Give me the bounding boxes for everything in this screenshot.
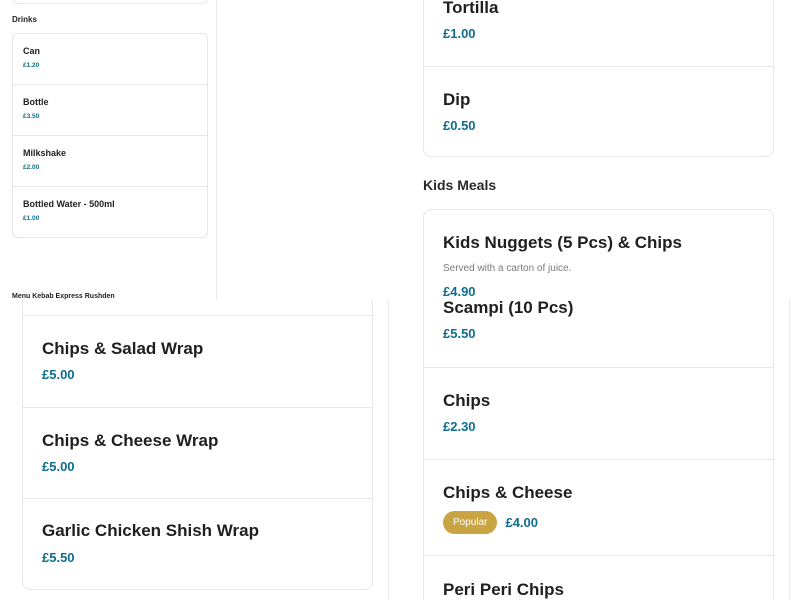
- drink-name: Bottled Water - 500ml: [23, 199, 115, 209]
- drink-item-bottle[interactable]: Bottle £3.50: [13, 85, 207, 136]
- item-price: £4.00: [505, 515, 539, 530]
- menu-item-peri-peri-chips[interactable]: Peri Peri Chips: [424, 556, 773, 600]
- column-divider: [789, 300, 790, 600]
- bottom-view-pane: Chips & Salad Wrap £5.00 Chips & Cheese …: [0, 300, 800, 600]
- menu-item-previous[interactable]: [23, 300, 372, 316]
- item-price: £5.50: [42, 550, 75, 565]
- menu-item-chips[interactable]: Chips £2.30: [424, 368, 773, 460]
- sides-card-bottom: Scampi (10 Pcs) £5.50 Chips £2.30 Chips …: [423, 300, 774, 600]
- item-name: Peri Peri Chips: [443, 580, 564, 599]
- drink-price: £2.00: [23, 164, 40, 171]
- item-name: Chips & Cheese: [443, 483, 573, 502]
- badge-price-row: Popular £4.00: [443, 511, 754, 534]
- drinks-card: Can £1.20 Bottle £3.50 Milkshake £2.00 B…: [12, 33, 208, 238]
- item-name: Dip: [443, 90, 471, 109]
- item-name: Garlic Chicken Shish Wrap: [42, 521, 259, 540]
- menu-item-chips-and-cheese[interactable]: Chips & Cheese Popular £4.00: [424, 460, 773, 556]
- menu-item-dip[interactable]: Dip £0.50: [424, 67, 773, 156]
- menu-item-chips-salad-wrap[interactable]: Chips & Salad Wrap £5.00: [23, 316, 372, 408]
- menu-item-kids-nuggets[interactable]: Kids Nuggets (5 Pcs) & Chips Served with…: [424, 210, 773, 300]
- top-view-pane: Drinks Can £1.20 Bottle £3.50 Milkshake …: [0, 0, 800, 300]
- previous-card-edge: [12, 0, 208, 4]
- item-name: Chips: [443, 391, 491, 410]
- drink-price: £3.50: [23, 113, 40, 120]
- item-price: £5.50: [443, 326, 476, 341]
- item-description: Served with a carton of juice.: [443, 263, 572, 274]
- drink-name: Bottle: [23, 97, 49, 107]
- drink-price: £1.20: [23, 62, 40, 69]
- item-price: £1.00: [443, 26, 476, 41]
- item-name: Kids Nuggets (5 Pcs) & Chips: [443, 233, 682, 252]
- drink-item-can[interactable]: Can £1.20: [13, 34, 207, 85]
- item-name: Scampi (10 Pcs): [443, 300, 574, 317]
- menu-item-chips-cheese-wrap[interactable]: Chips & Cheese Wrap £5.00: [23, 408, 372, 499]
- kids-meals-heading: Kids Meals: [423, 177, 497, 193]
- item-name: Chips & Cheese Wrap: [42, 431, 219, 450]
- drink-item-bottled-water[interactable]: Bottled Water - 500ml £1.00: [13, 187, 207, 237]
- sides-card-top: Tortilla £1.00 Dip £0.50: [423, 0, 774, 157]
- drink-name: Can: [23, 46, 41, 56]
- kids-meals-card: Kids Nuggets (5 Pcs) & Chips Served with…: [423, 209, 774, 300]
- item-name: Tortilla: [443, 0, 499, 17]
- footer-restaurant-name: Menu Kebab Express Rushden: [12, 293, 115, 300]
- item-price: £2.30: [443, 419, 476, 434]
- item-price: £5.00: [42, 459, 75, 474]
- item-name: Chips & Salad Wrap: [42, 339, 204, 358]
- menu-item-garlic-chicken-shish-wrap[interactable]: Garlic Chicken Shish Wrap £5.50: [23, 499, 372, 589]
- item-price: £0.50: [443, 118, 476, 133]
- column-divider: [388, 300, 389, 600]
- popular-badge: Popular: [443, 511, 498, 534]
- item-price: £5.00: [42, 367, 75, 382]
- drink-item-milkshake[interactable]: Milkshake £2.00: [13, 136, 207, 187]
- item-price: £4.90: [443, 284, 476, 299]
- left-sidebar-column: Drinks Can £1.20 Bottle £3.50 Milkshake …: [0, 0, 217, 300]
- menu-item-scampi[interactable]: Scampi (10 Pcs) £5.50: [424, 300, 773, 368]
- drink-price: £1.00: [23, 215, 40, 222]
- wraps-card: Chips & Salad Wrap £5.00 Chips & Cheese …: [22, 300, 373, 590]
- drinks-heading: Drinks: [12, 15, 37, 24]
- menu-item-tortilla[interactable]: Tortilla £1.00: [424, 0, 773, 67]
- drink-name: Milkshake: [23, 148, 67, 158]
